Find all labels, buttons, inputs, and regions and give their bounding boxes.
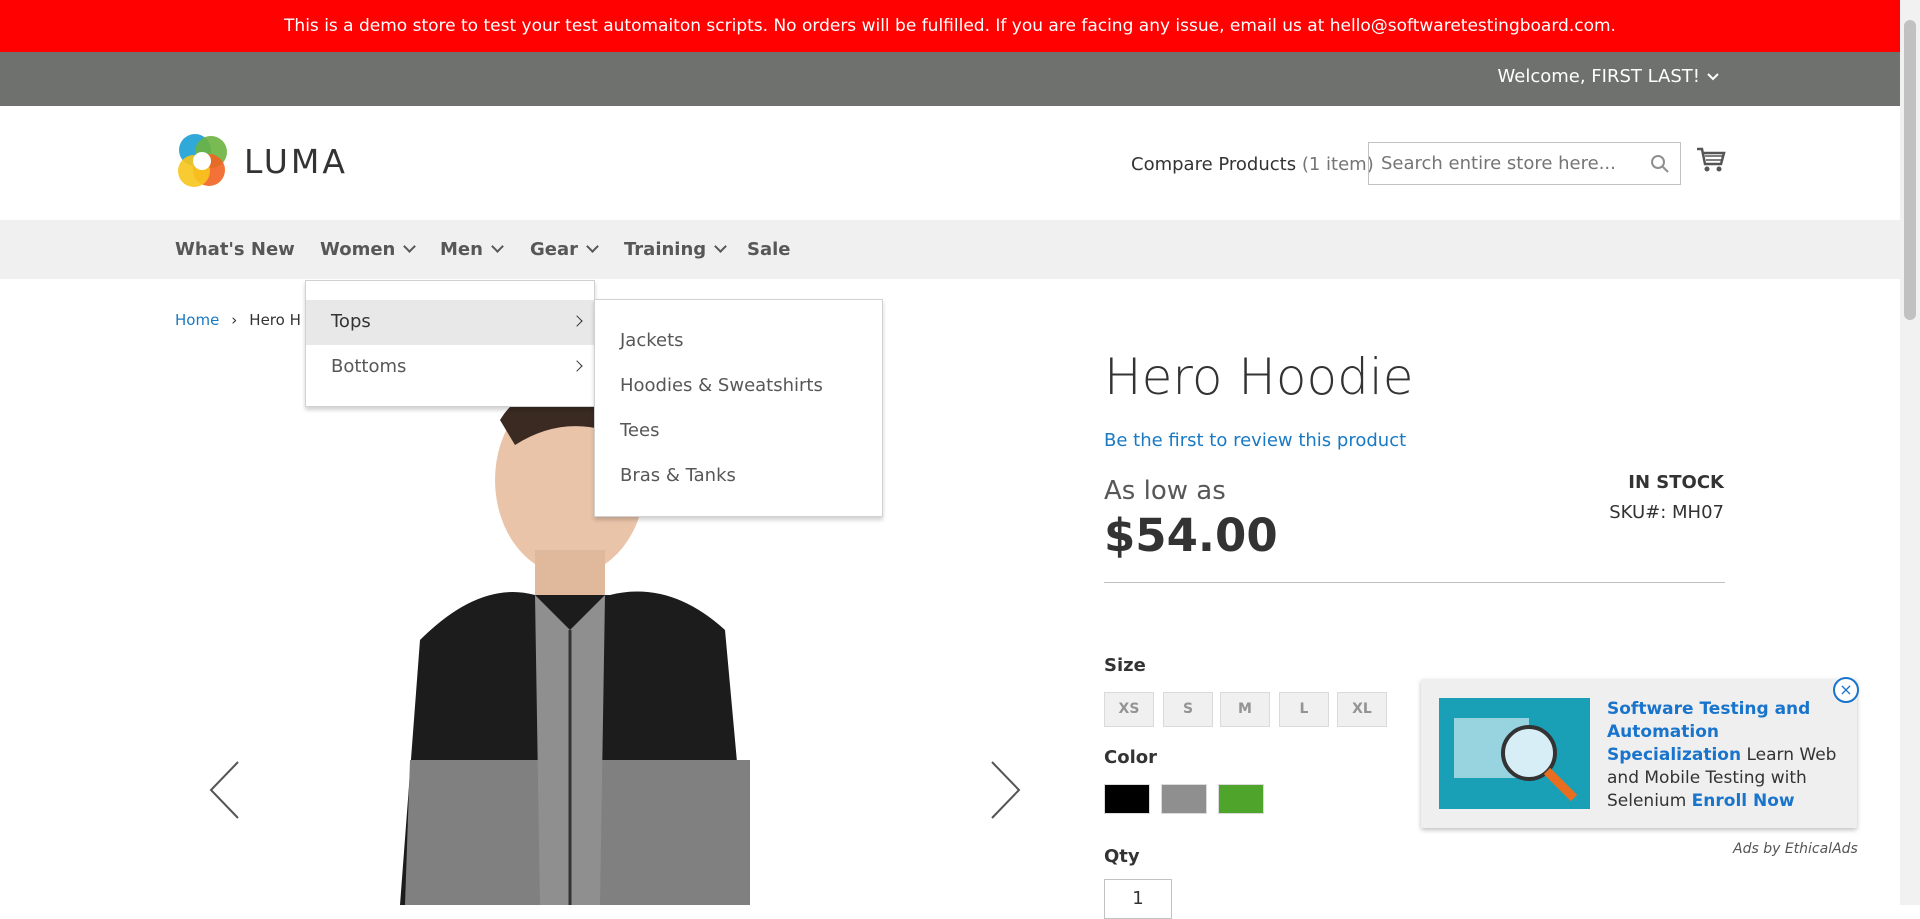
page-scrollbar[interactable] — [1900, 0, 1920, 905]
stock-status: IN STOCK — [1628, 472, 1724, 493]
welcome-menu[interactable]: Welcome, FIRST LAST! — [1498, 66, 1720, 87]
main-navigation: What's New Women Men Gear Training Sale — [0, 220, 1900, 279]
nav-item-women[interactable]: Women — [320, 239, 417, 260]
color-label: Color — [1104, 747, 1157, 768]
color-swatch-green[interactable] — [1218, 784, 1264, 814]
chevron-down-icon — [1707, 72, 1719, 80]
menu-item-tops[interactable]: Tops — [306, 300, 596, 345]
size-option-s[interactable]: S — [1163, 692, 1213, 727]
ad-text: Software Testing and Automation Speciali… — [1607, 698, 1842, 813]
chevron-down-icon — [403, 240, 417, 253]
search-input[interactable]: Search entire store here... — [1368, 142, 1681, 185]
chevron-right-icon — [571, 315, 583, 327]
nav-item-whats-new[interactable]: What's New — [175, 239, 295, 260]
menu-item-jackets[interactable]: Jackets — [620, 330, 684, 351]
breadcrumb-current: Hero H — [249, 311, 301, 329]
qty-label: Qty — [1104, 846, 1140, 867]
menu-label: Bottoms — [331, 356, 407, 377]
nav-label: Gear — [530, 239, 579, 260]
ad-image — [1439, 698, 1590, 809]
compare-products-link[interactable]: Compare Products (1 item) — [1131, 154, 1374, 175]
ethical-ad[interactable]: Software Testing and Automation Speciali… — [1421, 679, 1857, 828]
welcome-text: Welcome, FIRST LAST! — [1497, 66, 1700, 87]
nav-label: Men — [440, 239, 483, 260]
page-header: LUMA Compare Products (1 item) Search en… — [0, 106, 1900, 220]
nav-item-training[interactable]: Training — [624, 239, 728, 260]
nav-label: Training — [624, 239, 707, 260]
nav-item-sale[interactable]: Sale — [747, 239, 791, 260]
nav-item-men[interactable]: Men — [440, 239, 504, 260]
qty-input[interactable]: 1 — [1104, 879, 1172, 919]
product-sku: SKU#: MH07 — [1609, 502, 1724, 523]
ad-cta[interactable]: Enroll Now — [1692, 791, 1795, 811]
chevron-right-icon: › — [231, 311, 238, 329]
tops-submenu: Jackets Hoodies & Sweatshirts Tees Bras … — [594, 299, 883, 517]
color-swatch-black[interactable] — [1104, 784, 1150, 814]
menu-item-bras-tanks[interactable]: Bras & Tanks — [620, 465, 736, 486]
chevron-down-icon — [714, 240, 728, 253]
search-placeholder: Search entire store here... — [1381, 153, 1616, 174]
review-link[interactable]: Be the first to review this product — [1104, 430, 1406, 451]
product-price: $54.00 — [1104, 509, 1278, 562]
product-title: Hero Hoodie — [1104, 348, 1414, 406]
luma-logo-icon — [178, 134, 227, 187]
luma-logo[interactable]: LUMA — [175, 132, 348, 190]
chevron-right-icon — [571, 360, 583, 372]
scrollbar-thumb[interactable] — [1904, 20, 1916, 320]
nav-label: Women — [320, 239, 396, 260]
gallery-prev-arrow-icon[interactable] — [208, 760, 240, 820]
divider — [1104, 582, 1725, 583]
chevron-down-icon — [491, 240, 504, 253]
banner-text: This is a demo store to test your test a… — [284, 16, 1616, 36]
ad-attribution[interactable]: Ads by EthicalAds — [1733, 841, 1858, 857]
cart-icon[interactable] — [1696, 146, 1726, 174]
search-icon[interactable] — [1650, 154, 1670, 174]
logo-text: LUMA — [244, 141, 348, 181]
women-dropdown-menu: Tops Bottoms — [305, 280, 596, 407]
menu-item-tees[interactable]: Tees — [620, 420, 659, 441]
gallery-next-arrow-icon[interactable] — [990, 760, 1022, 820]
as-low-as-label: As low as — [1104, 476, 1226, 506]
breadcrumb-home[interactable]: Home — [175, 311, 219, 329]
size-option-xs[interactable]: XS — [1104, 692, 1154, 727]
nav-item-gear[interactable]: Gear — [530, 239, 599, 260]
menu-item-bottoms[interactable]: Bottoms — [306, 345, 596, 390]
size-option-m[interactable]: M — [1220, 692, 1270, 727]
size-option-xl[interactable]: XL — [1337, 692, 1387, 727]
size-label: Size — [1104, 655, 1146, 676]
color-swatch-gray[interactable] — [1161, 784, 1207, 814]
menu-item-hoodies-sweatshirts[interactable]: Hoodies & Sweatshirts — [620, 375, 823, 396]
top-bar: Welcome, FIRST LAST! — [0, 52, 1900, 106]
size-option-l[interactable]: L — [1279, 692, 1329, 727]
demo-store-banner: This is a demo store to test your test a… — [0, 0, 1900, 52]
compare-label: Compare Products — [1131, 154, 1297, 175]
breadcrumb: Home › Hero H — [175, 311, 301, 329]
nav-label: What's New — [175, 239, 295, 260]
nav-label: Sale — [747, 239, 791, 260]
close-icon[interactable]: × — [1833, 677, 1859, 703]
compare-count: (1 item) — [1301, 154, 1374, 175]
menu-label: Tops — [331, 311, 371, 332]
chevron-down-icon — [586, 240, 599, 253]
